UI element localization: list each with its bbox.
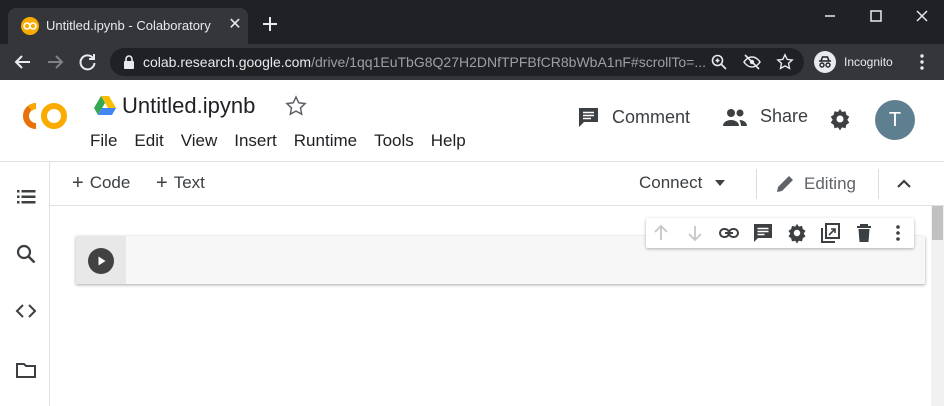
notebook-title[interactable]: Untitled.ipynb: [122, 93, 255, 119]
colab-header: Untitled.ipynb File Edit View Insert Run…: [0, 80, 944, 162]
menu-runtime[interactable]: Runtime: [294, 131, 357, 151]
address-bar[interactable]: colab.research.google.com/drive/1qq1EuTb…: [110, 48, 804, 76]
tab-close-icon[interactable]: ✕: [226, 16, 244, 34]
editing-mode-button[interactable]: Editing: [774, 173, 856, 195]
browser-tab-bar: Untitled.ipynb - Colaboratory ✕: [0, 0, 944, 44]
scrollbar[interactable]: [931, 206, 944, 406]
lock-icon[interactable]: [122, 54, 136, 70]
search-icon[interactable]: [15, 243, 37, 265]
google-drive-icon[interactable]: [94, 95, 116, 115]
incognito-badge[interactable]: Incognito: [814, 50, 893, 74]
maximize-icon[interactable]: [866, 6, 886, 26]
add-text-button[interactable]: + Text: [156, 173, 205, 193]
tracking-blocked-eye-icon[interactable]: [743, 53, 761, 71]
close-window-icon[interactable]: [912, 6, 932, 26]
comment-icon: [579, 108, 598, 127]
connect-button[interactable]: Connect: [639, 173, 726, 193]
settings-gear-icon[interactable]: [828, 107, 852, 131]
plus-icon: +: [156, 172, 168, 194]
cell-gutter: [76, 236, 126, 284]
comment-label: Comment: [612, 106, 691, 127]
run-cell-button[interactable]: [88, 248, 114, 274]
cell-settings-gear-icon[interactable]: [786, 222, 808, 244]
forward-icon[interactable]: [44, 51, 66, 73]
url-text[interactable]: colab.research.google.com/drive/1qq1EuTb…: [143, 54, 706, 70]
scrollbar-thumb[interactable]: [932, 206, 943, 240]
table-of-contents-icon[interactable]: [15, 186, 37, 208]
share-label: Share: [760, 106, 809, 126]
comment-icon[interactable]: [752, 222, 774, 244]
side-rail: [0, 162, 50, 406]
code-snippets-icon[interactable]: [15, 300, 37, 322]
url-host: colab.research.google.com: [143, 54, 312, 70]
incognito-label: Incognito: [844, 55, 893, 69]
more-options-icon[interactable]: [887, 222, 909, 244]
menu-view[interactable]: View: [181, 131, 218, 151]
mirror-cell-icon[interactable]: [819, 222, 841, 244]
files-folder-icon[interactable]: [15, 359, 37, 381]
minimize-icon[interactable]: [820, 6, 840, 26]
tab-title: Untitled.ipynb - Colaboratory: [46, 18, 211, 33]
zoom-icon[interactable]: [710, 53, 728, 71]
back-icon[interactable]: [12, 51, 34, 73]
browser-menu-icon[interactable]: [912, 52, 932, 72]
url-path: /drive/1qq1EuTbG8Q27H2DNfTPFBfCR8bWbA1nF…: [311, 54, 706, 70]
link-icon[interactable]: [718, 222, 740, 244]
new-tab-icon[interactable]: [259, 13, 281, 35]
menu-insert[interactable]: Insert: [234, 131, 277, 151]
toolbar-divider: [756, 169, 757, 199]
bookmark-star-icon[interactable]: [776, 53, 794, 71]
menu-file[interactable]: File: [90, 131, 117, 151]
toolbar-divider: [878, 169, 879, 199]
add-code-button[interactable]: + Code: [72, 173, 130, 193]
plus-icon: +: [72, 172, 84, 194]
caret-down-icon[interactable]: [714, 177, 726, 189]
star-icon[interactable]: [284, 94, 308, 118]
user-avatar[interactable]: T: [875, 100, 915, 140]
incognito-icon: [814, 51, 836, 73]
menu-bar: File Edit View Insert Runtime Tools Help: [90, 131, 483, 151]
menu-tools[interactable]: Tools: [374, 131, 414, 151]
comment-button[interactable]: Comment: [577, 106, 690, 128]
menu-help[interactable]: Help: [431, 131, 466, 151]
share-button[interactable]: Share: [722, 106, 808, 127]
play-icon: [98, 256, 106, 266]
browser-tab[interactable]: Untitled.ipynb - Colaboratory ✕: [8, 8, 248, 44]
share-people-icon: [723, 108, 747, 126]
move-up-icon[interactable]: [650, 222, 672, 244]
add-code-label: Code: [89, 173, 131, 192]
colab-favicon-icon: [21, 17, 39, 35]
menu-edit[interactable]: Edit: [134, 131, 163, 151]
delete-trash-icon[interactable]: [853, 222, 875, 244]
browser-toolbar: colab.research.google.com/drive/1qq1EuTb…: [0, 44, 944, 80]
connect-label: Connect: [639, 173, 703, 192]
add-text-label: Text: [173, 173, 205, 192]
cell-toolbar: [646, 218, 914, 248]
move-down-icon[interactable]: [684, 222, 706, 244]
notebook-toolbar: + Code + Text Connect Editing: [50, 162, 944, 206]
notebook-area[interactable]: [50, 206, 944, 406]
editing-label: Editing: [804, 174, 856, 193]
collapse-header-icon[interactable]: [893, 173, 915, 195]
pencil-icon: [777, 176, 793, 192]
colab-logo-icon[interactable]: [16, 98, 74, 134]
reload-icon[interactable]: [76, 51, 98, 73]
